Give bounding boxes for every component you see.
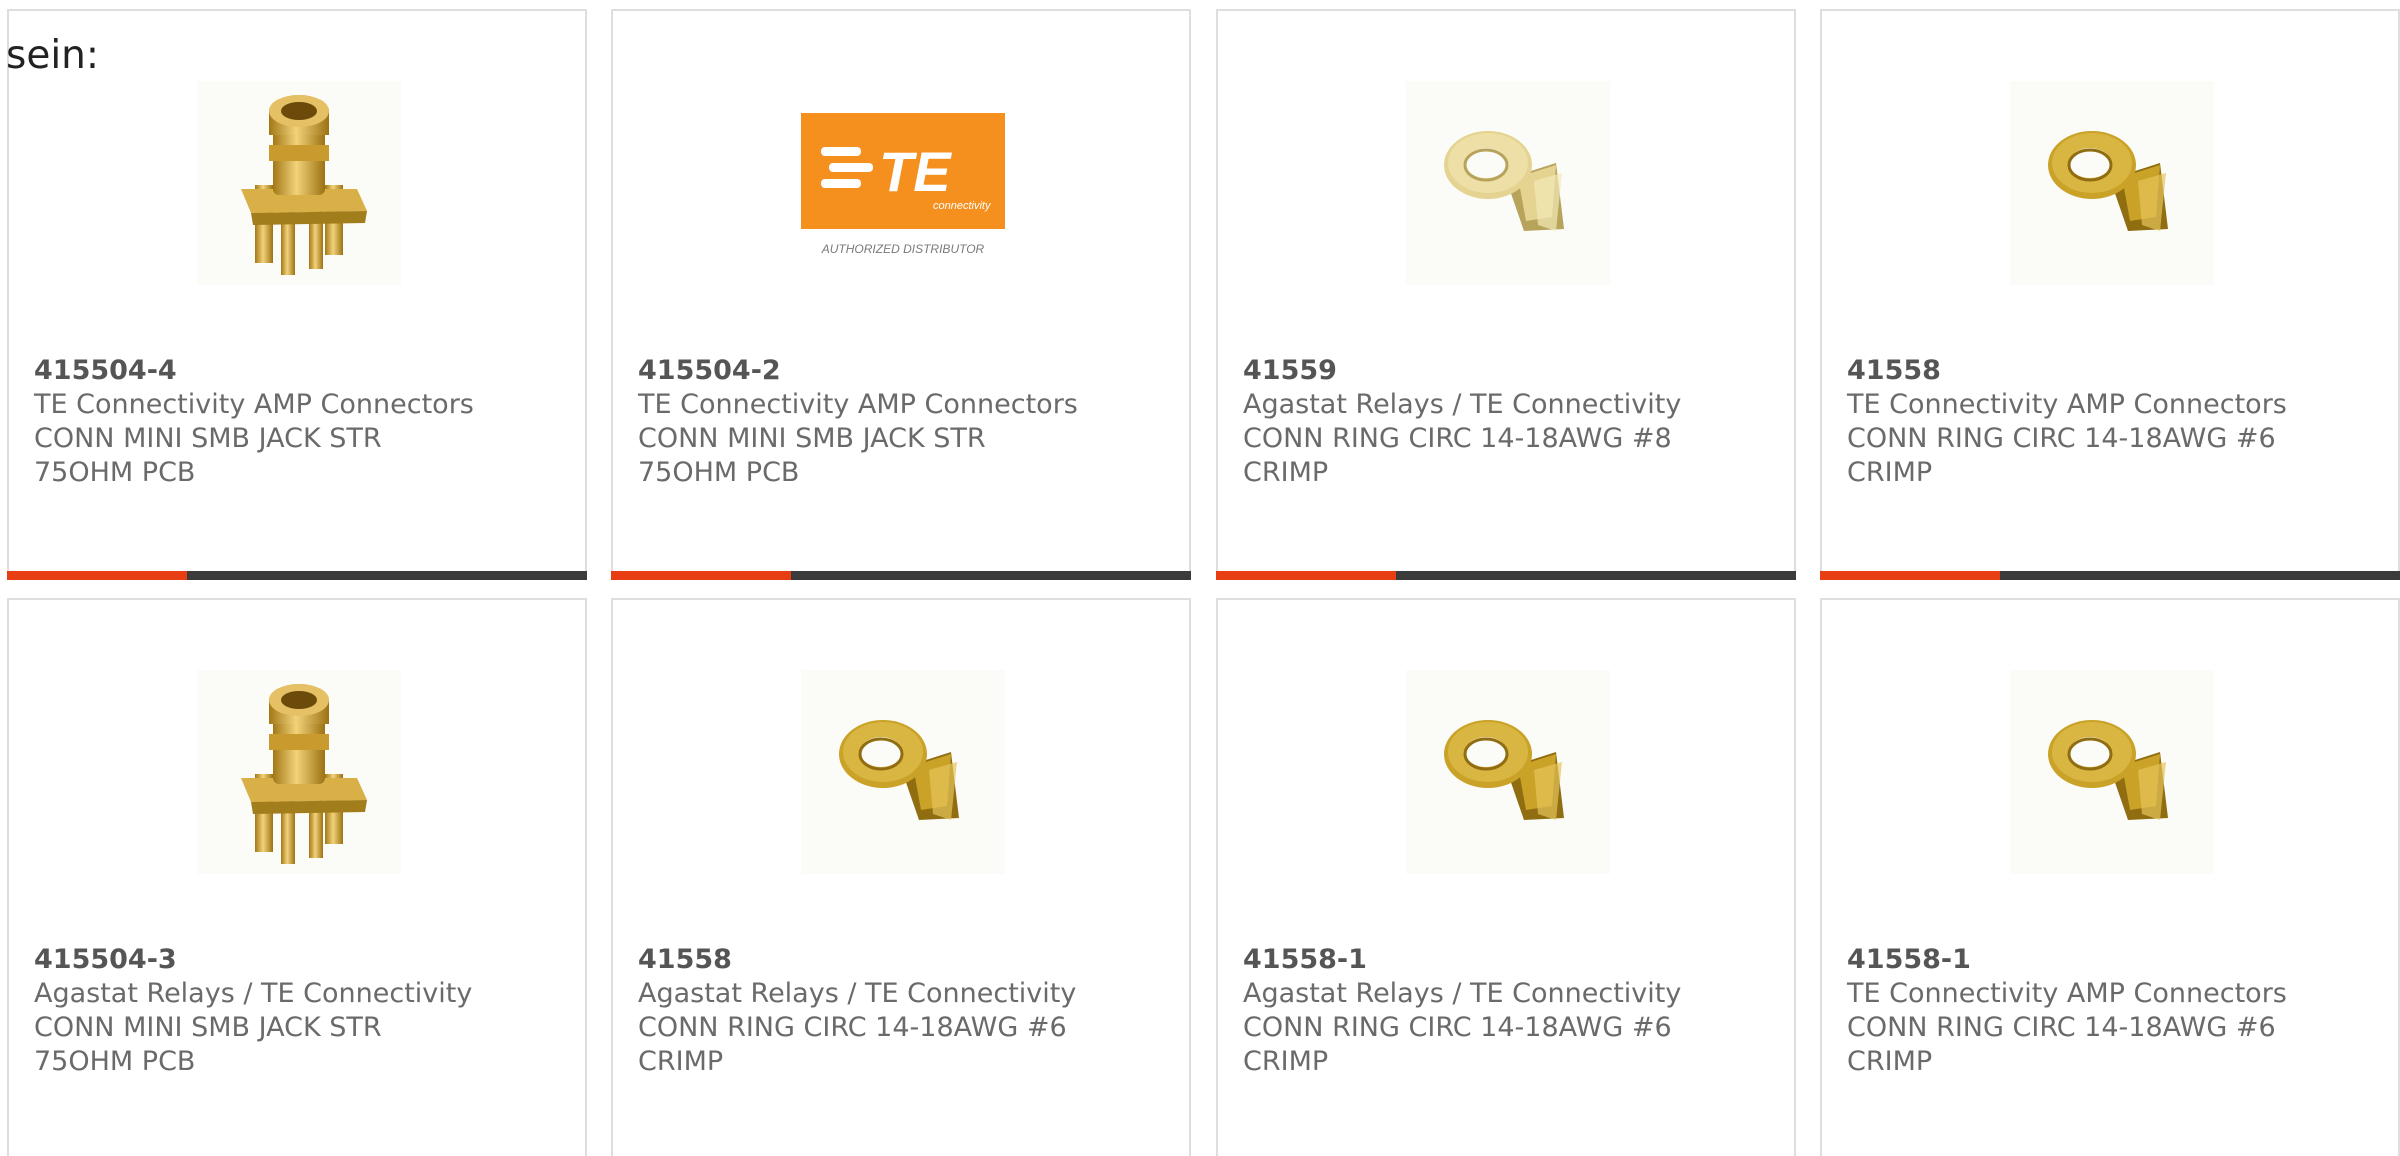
product-description-line: CRIMP — [1243, 1046, 1329, 1077]
progress-bar — [1216, 571, 1796, 580]
product-description-line: CONN MINI SMB JACK STR — [638, 423, 986, 454]
product-info: 415504-3 Agastat Relays / TE Connectivity… — [34, 943, 554, 1079]
product-image[interactable] — [801, 670, 1005, 874]
product-image[interactable] — [197, 670, 401, 874]
progress-fill — [7, 571, 187, 580]
product-card[interactable]: 41558-1 Agastat Relays / TE Connectivity C… — [1216, 598, 1796, 1156]
product-description-line: CONN RING CIRC 14-18AWG #6 — [1847, 1012, 2276, 1043]
product-description-line: CRIMP — [638, 1046, 724, 1077]
product-image[interactable] — [2010, 81, 2214, 285]
ring-terminal-icon — [839, 720, 959, 820]
progress-bar — [7, 571, 587, 580]
product-card[interactable]: 415504-4 TE Connectivity AMP Connectors CO… — [7, 9, 587, 580]
product-card[interactable]: 415504-3 Agastat Relays / TE Connectivity… — [7, 598, 587, 1156]
product-image[interactable] — [1406, 81, 1610, 285]
product-part-number[interactable]: 415504-3 — [34, 943, 554, 977]
product-manufacturer: Agastat Relays / TE Connectivity — [1243, 978, 1682, 1009]
product-manufacturer: Agastat Relays / TE Connectivity — [638, 978, 1077, 1009]
product-description-line: CONN MINI SMB JACK STR — [34, 423, 382, 454]
product-description-line: CONN RING CIRC 14-18AWG #6 — [1243, 1012, 1672, 1043]
product-manufacturer: TE Connectivity AMP Connectors — [34, 389, 474, 420]
product-info: 41558-1 TE Connectivity AMP Connectors CON… — [1847, 943, 2367, 1079]
te-logo-icon: TE connectivity AUTHORIZED DISTRIBUTOR — [801, 81, 1005, 285]
product-description-line: CONN RING CIRC 14-18AWG #6 — [638, 1012, 1067, 1043]
product-manufacturer: TE Connectivity AMP Connectors — [1847, 978, 2287, 1009]
product-description-line: CONN RING CIRC 14-18AWG #6 — [1847, 423, 2276, 454]
product-manufacturer: TE Connectivity AMP Connectors — [1847, 389, 2287, 420]
product-info: 415504-2 TE Connectivity AMP Connectors CO… — [638, 354, 1158, 490]
product-description-line: 75OHM PCB — [34, 457, 196, 488]
smb-jack-connector-icon — [241, 95, 367, 275]
product-part-number[interactable]: 415504-4 — [34, 354, 554, 388]
product-part-number[interactable]: 41558-1 — [1243, 943, 1763, 977]
product-manufacturer: Agastat Relays / TE Connectivity — [1243, 389, 1682, 420]
product-card[interactable]: 41559 Agastat Relays / TE Connectivity CON… — [1216, 9, 1796, 580]
progress-fill — [1820, 571, 2000, 580]
progress-fill — [1216, 571, 1396, 580]
product-manufacturer: Agastat Relays / TE Connectivity — [34, 978, 473, 1009]
product-info: 415504-4 TE Connectivity AMP Connectors CO… — [34, 354, 554, 490]
product-description-line: 75OHM PCB — [34, 1046, 196, 1077]
product-card[interactable]: TE connectivity AUTHORIZED DISTRIBUTOR 4… — [611, 9, 1191, 580]
product-description-line: CRIMP — [1243, 457, 1329, 488]
svg-text:connectivity: connectivity — [933, 200, 992, 212]
progress-bar — [1820, 571, 2400, 580]
product-part-number[interactable]: 41559 — [1243, 354, 1763, 388]
product-part-number[interactable]: 41558 — [1847, 354, 2367, 388]
product-description-line: CRIMP — [1847, 457, 1933, 488]
svg-text:TE: TE — [879, 140, 952, 203]
ring-terminal-icon — [1444, 720, 1564, 820]
product-manufacturer: TE Connectivity AMP Connectors — [638, 389, 1078, 420]
product-image[interactable] — [197, 81, 401, 285]
product-card[interactable]: 41558 TE Connectivity AMP Connectors CONN … — [1820, 9, 2400, 580]
product-image[interactable]: TE connectivity AUTHORIZED DISTRIBUTOR — [801, 81, 1005, 285]
product-part-number[interactable]: 415504-2 — [638, 354, 1158, 388]
product-part-number[interactable]: 41558-1 — [1847, 943, 2367, 977]
product-description-line: 75OHM PCB — [638, 457, 800, 488]
svg-text:AUTHORIZED DISTRIBUTOR: AUTHORIZED DISTRIBUTOR — [821, 242, 985, 256]
product-info: 41558 TE Connectivity AMP Connectors CONN … — [1847, 354, 2367, 490]
product-description-line: CRIMP — [1847, 1046, 1933, 1077]
ring-terminal-icon — [2048, 131, 2168, 231]
ring-terminal-icon — [1444, 131, 1564, 231]
product-image[interactable] — [1406, 670, 1610, 874]
product-info: 41558-1 Agastat Relays / TE Connectivity C… — [1243, 943, 1763, 1079]
product-part-number[interactable]: 41558 — [638, 943, 1158, 977]
ring-terminal-icon — [2048, 720, 2168, 820]
product-card[interactable]: 41558-1 TE Connectivity AMP Connectors CON… — [1820, 598, 2400, 1156]
progress-bar — [611, 571, 1191, 580]
intro-text: sein: — [6, 33, 100, 78]
progress-fill — [611, 571, 791, 580]
product-description-line: CONN RING CIRC 14-18AWG #8 — [1243, 423, 1672, 454]
smb-jack-connector-icon — [241, 684, 367, 864]
product-card[interactable]: 41558 Agastat Relays / TE Connectivity CON… — [611, 598, 1191, 1156]
product-description-line: CONN MINI SMB JACK STR — [34, 1012, 382, 1043]
product-info: 41559 Agastat Relays / TE Connectivity CON… — [1243, 354, 1763, 490]
product-info: 41558 Agastat Relays / TE Connectivity CON… — [638, 943, 1158, 1079]
product-image[interactable] — [2010, 670, 2214, 874]
